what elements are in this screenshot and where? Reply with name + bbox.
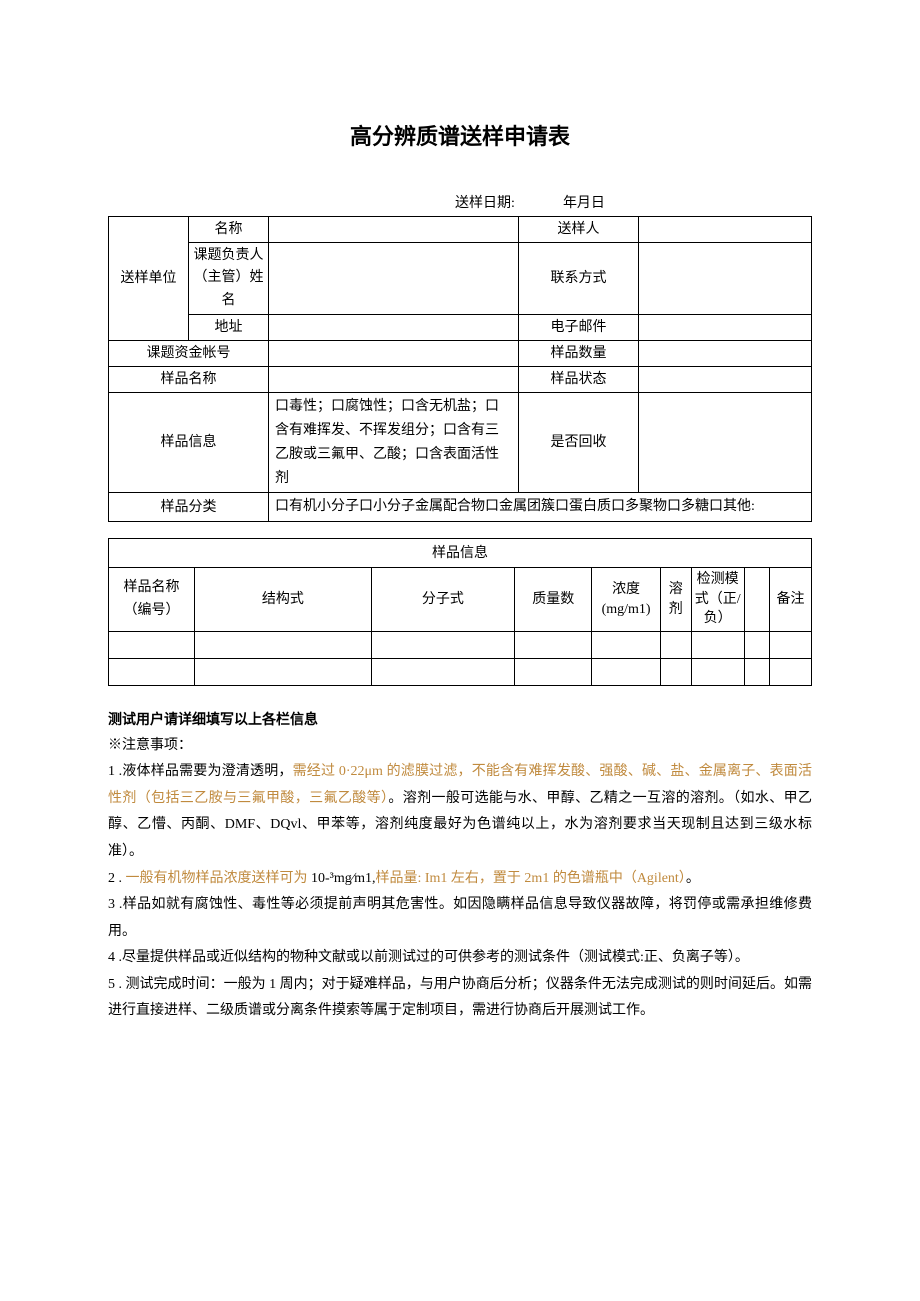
sample-name-field[interactable] xyxy=(269,367,519,393)
col-structure: 结构式 xyxy=(195,568,372,632)
info-table-title: 样品信息 xyxy=(109,539,812,568)
date-label: 送样日期: xyxy=(455,196,515,211)
name-field[interactable] xyxy=(269,217,519,243)
sender-label: 送样人 xyxy=(519,217,639,243)
note-2a: 2 . xyxy=(108,871,126,886)
col-mode: 检测模式（正/负） xyxy=(691,568,744,632)
count-field[interactable] xyxy=(639,341,812,367)
notes-bold: 测试用户请详细填写以上各栏信息 xyxy=(108,706,812,733)
sample-name-label: 样品名称 xyxy=(109,367,269,393)
pi-label: 课题负责人（主管）姓名 xyxy=(189,243,269,315)
address-label: 地址 xyxy=(189,315,269,341)
name-label: 名称 xyxy=(189,217,269,243)
page-title: 高分辨质谱送样申请表 xyxy=(108,120,812,153)
sender-field[interactable] xyxy=(639,217,812,243)
note-3: 3 .样品如就有腐蚀性、毒性等必须提前声明其危害性。如因隐瞒样品信息导致仪器故障… xyxy=(108,892,812,945)
page: 高分辨质谱送样申请表 送样日期: 年月日 送样单位 名称 送样人 课题负责人（主管… xyxy=(0,0,920,1301)
col-mass: 质量数 xyxy=(515,568,592,632)
note-2e: 。 xyxy=(686,871,700,886)
recycle-label: 是否回收 xyxy=(519,393,639,493)
applicant-table: 送样单位 名称 送样人 课题负责人（主管）姓名 联系方式 地址 电子邮件 课题资… xyxy=(108,216,812,522)
address-field[interactable] xyxy=(269,315,519,341)
sample-info-table: 样品信息 样品名称（编号） 结构式 分子式 质量数 浓度(mg/m1) 溶剂 检… xyxy=(108,538,812,686)
state-label: 样品状态 xyxy=(519,367,639,393)
submission-date-line: 送样日期: 年月日 xyxy=(108,193,812,214)
col-solvent: 溶剂 xyxy=(660,568,691,632)
contact-field[interactable] xyxy=(639,243,812,315)
col-conc: 浓度(mg/m1) xyxy=(592,568,660,632)
col-name: 样品名称（编号） xyxy=(109,568,195,632)
state-field[interactable] xyxy=(639,367,812,393)
col-formula: 分子式 xyxy=(371,568,514,632)
fund-label: 课题资金帐号 xyxy=(109,341,269,367)
recycle-field[interactable] xyxy=(639,393,812,493)
table-row[interactable] xyxy=(109,658,812,685)
fund-field[interactable] xyxy=(269,341,519,367)
notes-section: 测试用户请详细填写以上各栏信息 ※注意事项： 1 .液体样品需要为澄清透明，需经… xyxy=(108,706,812,1025)
email-field[interactable] xyxy=(639,315,812,341)
sample-class-options[interactable]: 口有机小分子口小分子金属配合物口金属团簇口蛋白质口多聚物口多糖口其他: xyxy=(269,493,812,522)
sample-info-label: 样品信息 xyxy=(109,393,269,493)
note-4: 4 .尽量提供样品或近似结构的物种文献或以前测试过的可供参考的测试条件（测试模式… xyxy=(108,945,812,972)
note-2c: 10-³mg∕m1, xyxy=(308,871,376,886)
count-label: 样品数量 xyxy=(519,341,639,367)
sample-info-options[interactable]: 口毒性；口腐蚀性；口含无机盐；口含有难挥发、不挥发组分；口含有三乙胺或三氟甲、乙… xyxy=(269,393,519,493)
unit-label: 送样单位 xyxy=(109,217,189,341)
notes-attn: ※注意事项： xyxy=(108,733,812,760)
col-remark: 备注 xyxy=(770,568,812,632)
note-2d: 样品量: Im1 左右，置于 2m1 的色谱瓶中（Agilent） xyxy=(375,871,685,886)
email-label: 电子邮件 xyxy=(519,315,639,341)
col-mode-blank xyxy=(744,568,769,632)
sample-class-label: 样品分类 xyxy=(109,493,269,522)
note-5: 5 . 测试完成时间：一般为 1 周内；对于疑难样品，与用户协商后分析；仪器条件… xyxy=(108,972,812,1025)
pi-field[interactable] xyxy=(269,243,519,315)
note-1a: 1 .液体样品需要为澄清透明， xyxy=(108,764,293,779)
note-1: 1 .液体样品需要为澄清透明，需经过 0·22μm 的滤膜过滤，不能含有难挥发酸… xyxy=(108,759,812,865)
note-2b: 一般有机物样品浓度送样可为 xyxy=(126,871,308,886)
date-suffix: 年月日 xyxy=(563,196,605,211)
contact-label: 联系方式 xyxy=(519,243,639,315)
table-row[interactable] xyxy=(109,631,812,658)
note-2: 2 . 一般有机物样品浓度送样可为 10-³mg∕m1,样品量: Im1 左右，… xyxy=(108,866,812,893)
